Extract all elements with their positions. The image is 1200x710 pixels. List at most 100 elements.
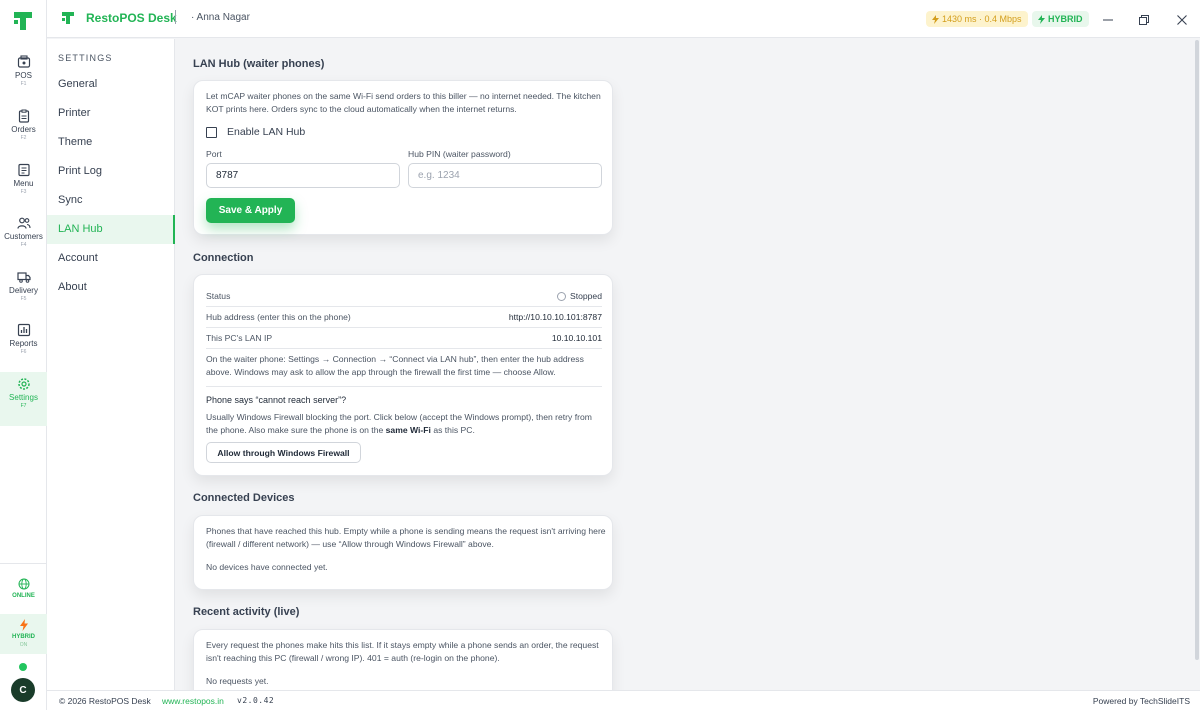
hub-address-key: Hub address (enter this on the phone) bbox=[206, 312, 351, 322]
lan-ip-value: 10.10.10.101 bbox=[551, 333, 602, 343]
hub-pin-input[interactable] bbox=[408, 163, 602, 188]
settings-nav: SETTINGS General Printer Theme Print Log… bbox=[47, 39, 175, 690]
settings-item-lan-hub[interactable]: LAN Hub bbox=[47, 215, 175, 244]
rail-shortcut: F7 bbox=[20, 403, 27, 409]
status-text: Stopped bbox=[569, 291, 602, 301]
avatar[interactable]: C bbox=[11, 678, 35, 702]
hub-pin-label: Hub PIN (waiter password) bbox=[408, 149, 511, 159]
settings-item-account[interactable]: Account bbox=[47, 244, 175, 273]
help-text-after: as this PC. bbox=[430, 424, 475, 435]
rail-label: Delivery bbox=[9, 286, 38, 295]
menu-doc-icon bbox=[17, 163, 30, 177]
bar-chart-icon bbox=[17, 323, 30, 337]
rail-shortcut: F1 bbox=[20, 81, 27, 87]
rail-item-menu[interactable]: Menu F3 bbox=[0, 163, 47, 213]
network-stats: 1430 ms · 0.4 Mbps bbox=[942, 14, 1022, 24]
lan-hub-description: Let mCAP waiter phones on the same Wi-Fi… bbox=[206, 91, 601, 114]
help-text-bold: same Wi-Fi bbox=[385, 424, 431, 435]
network-badge: 1430 ms · 0.4 Mbps bbox=[926, 11, 1028, 27]
mode-label: HYBRID bbox=[1048, 14, 1083, 24]
checkbox-box[interactable] bbox=[206, 126, 217, 138]
restopos-logo-icon bbox=[62, 12, 74, 24]
hybrid-state: ON bbox=[19, 642, 28, 648]
restore-button[interactable] bbox=[1134, 10, 1154, 30]
hub-address-value: http://10.10.10.101:8787 bbox=[508, 312, 602, 322]
status-dot bbox=[19, 663, 27, 671]
rail-label: Menu bbox=[13, 179, 34, 188]
title-bar: RestoPOS Desk · Anna Nagar 1430 ms · 0.4… bbox=[0, 0, 1200, 38]
activity-title: Recent activity (live) bbox=[193, 606, 300, 618]
rail-shortcut: F6 bbox=[20, 349, 27, 355]
restore-icon bbox=[1139, 15, 1149, 25]
hybrid-label: HYBRID bbox=[11, 634, 35, 640]
help-title: Phone says “cannot reach server”? bbox=[206, 395, 347, 405]
close-button[interactable] bbox=[1172, 10, 1192, 30]
activity-empty: No requests yet. bbox=[206, 676, 269, 686]
rail-shortcut: F5 bbox=[20, 296, 27, 302]
activity-description: Every request the phones make hits this … bbox=[206, 640, 599, 663]
connection-title: Connection bbox=[193, 252, 254, 264]
port-input[interactable] bbox=[206, 163, 400, 188]
rail-item-settings[interactable]: Settings F7 bbox=[0, 372, 47, 426]
rail-item-delivery[interactable]: Delivery F5 bbox=[0, 270, 47, 320]
rail-shortcut: F4 bbox=[20, 242, 27, 248]
rail-label: Customers bbox=[4, 232, 43, 241]
clipboard-icon bbox=[18, 109, 29, 123]
devices-card: Phones that have reached this hub. Empty… bbox=[193, 515, 613, 590]
devices-description: Phones that have reached this hub. Empty… bbox=[206, 526, 606, 549]
close-icon bbox=[1177, 15, 1187, 25]
footer-powered-by: Powered by TechSlideITS bbox=[1092, 696, 1190, 706]
lan-ip-key: This PC's LAN IP bbox=[206, 333, 273, 343]
online-label: ONLINE bbox=[12, 593, 35, 599]
rail-item-pos[interactable]: POS F1 bbox=[0, 55, 47, 105]
rail-label: Orders bbox=[11, 125, 36, 134]
save-apply-button[interactable]: Save & Apply bbox=[206, 198, 295, 223]
footer-copyright: © 2026 RestoPOS Desk bbox=[59, 696, 151, 706]
settings-content: LAN Hub (waiter phones) Let mCAP waiter … bbox=[175, 39, 1200, 690]
footer: © 2026 RestoPOS Desk www.restopos.in v2.… bbox=[47, 690, 1200, 710]
bolt-icon bbox=[19, 619, 28, 631]
connection-instructions: On the waiter phone: Settings → Connecti… bbox=[206, 354, 584, 377]
rail-divider bbox=[0, 563, 47, 564]
connection-divider bbox=[206, 386, 602, 387]
settings-item-sync[interactable]: Sync bbox=[47, 186, 175, 215]
settings-item-general[interactable]: General bbox=[47, 70, 175, 99]
status-row: Status Stopped bbox=[206, 286, 602, 307]
hub-address-row: Hub address (enter this on the phone) ht… bbox=[206, 307, 602, 328]
enable-lan-hub-checkbox[interactable]: Enable LAN Hub bbox=[206, 126, 305, 138]
settings-item-about[interactable]: About bbox=[47, 273, 175, 302]
rail-label: Settings bbox=[9, 393, 38, 402]
rail-shortcut: F2 bbox=[20, 135, 27, 141]
rail-item-reports[interactable]: Reports F6 bbox=[0, 323, 47, 373]
truck-icon bbox=[16, 272, 31, 283]
allow-firewall-button[interactable]: Allow through Windows Firewall bbox=[206, 442, 361, 463]
content-scrollbar[interactable] bbox=[1195, 40, 1199, 660]
settings-item-theme[interactable]: Theme bbox=[47, 128, 175, 157]
rail-item-customers[interactable]: Customers F4 bbox=[0, 216, 47, 266]
bolt-icon bbox=[932, 14, 939, 24]
rail-label: POS bbox=[15, 71, 32, 80]
online-indicator: ONLINE bbox=[0, 578, 47, 599]
rail-item-orders[interactable]: Orders F2 bbox=[0, 109, 47, 159]
hybrid-toggle[interactable]: HYBRID ON bbox=[0, 614, 47, 654]
main-nav-rail: POS F1 Orders F2 Menu F3 Customers F4 De… bbox=[0, 0, 47, 710]
minimize-button[interactable] bbox=[1098, 10, 1118, 30]
mode-badge: HYBRID bbox=[1032, 11, 1089, 27]
status-key: Status bbox=[206, 291, 231, 301]
activity-card: Every request the phones make hits this … bbox=[193, 629, 613, 690]
settings-item-printer[interactable]: Printer bbox=[47, 99, 175, 128]
devices-empty: No devices have connected yet. bbox=[206, 562, 328, 572]
settings-item-print-log[interactable]: Print Log bbox=[47, 157, 175, 186]
gear-icon bbox=[17, 378, 30, 390]
lan-hub-card: Let mCAP waiter phones on the same Wi-Fi… bbox=[193, 80, 613, 235]
bolt-icon bbox=[1038, 14, 1045, 24]
footer-website-link[interactable]: www.restopos.in bbox=[162, 696, 224, 706]
devices-title: Connected Devices bbox=[193, 492, 295, 504]
rail-shortcut: F3 bbox=[20, 189, 27, 195]
app-name: RestoPOS Desk bbox=[86, 11, 177, 25]
connection-card: Status Stopped Hub address (enter this o… bbox=[193, 274, 613, 476]
branch-name: · Anna Nagar bbox=[191, 12, 250, 23]
restopos-logo-icon bbox=[14, 12, 32, 30]
port-label: Port bbox=[206, 149, 222, 159]
settings-heading: SETTINGS bbox=[58, 53, 113, 63]
